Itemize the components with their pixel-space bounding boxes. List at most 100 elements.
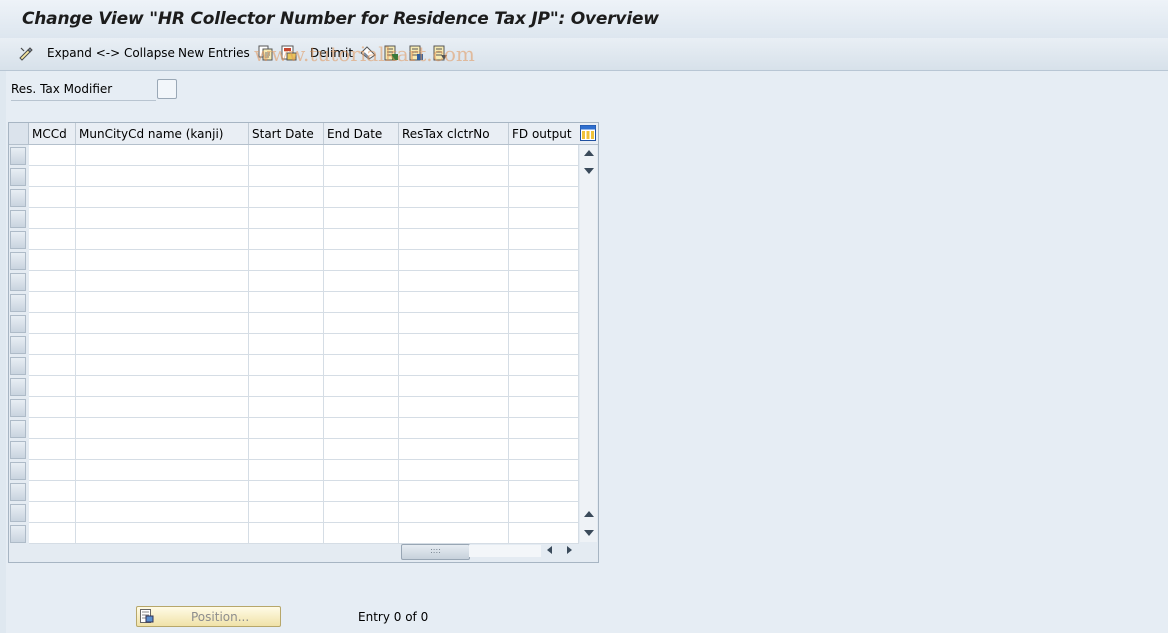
cell-fd-output[interactable] [509,523,579,544]
cell-restax-clctrno[interactable] [399,418,509,439]
cell-start-date[interactable] [249,376,324,397]
cell-end-date[interactable] [324,502,399,523]
row-selector-button[interactable] [10,189,26,207]
cell-end-date[interactable] [324,145,399,166]
undo-icon[interactable] [360,45,376,61]
column-header-fd-output[interactable]: FD output [509,123,579,144]
new-entries-button[interactable]: New Entries [178,46,250,60]
cell-fd-output[interactable] [509,355,579,376]
cell-restax-clctrno[interactable] [399,313,509,334]
column-header-start-date[interactable]: Start Date [249,123,324,144]
cell-fd-output[interactable] [509,334,579,355]
cell-mccd[interactable] [29,145,76,166]
column-header-mccd[interactable]: MCCd [29,123,76,144]
row-selector-button[interactable] [10,315,26,333]
row-selector-button[interactable] [10,378,26,396]
horizontal-scrollbar[interactable]: :::: [401,544,586,560]
cell-muncity-name[interactable] [76,166,249,187]
display-change-icon[interactable] [18,45,34,61]
cell-end-date[interactable] [324,334,399,355]
cell-end-date[interactable] [324,166,399,187]
cell-restax-clctrno[interactable] [399,439,509,460]
copy-icon[interactable] [258,45,274,61]
cell-start-date[interactable] [249,481,324,502]
cell-end-date[interactable] [324,397,399,418]
res-tax-modifier-checkbox[interactable] [157,79,177,99]
cell-restax-clctrno[interactable] [399,187,509,208]
cell-muncity-name[interactable] [76,460,249,481]
cell-mccd[interactable] [29,523,76,544]
cell-mccd[interactable] [29,418,76,439]
cell-start-date[interactable] [249,145,324,166]
cell-fd-output[interactable] [509,418,579,439]
select-all-rows-button[interactable] [9,123,29,144]
cell-mccd[interactable] [29,502,76,523]
cell-restax-clctrno[interactable] [399,355,509,376]
cell-end-date[interactable] [324,208,399,229]
cell-end-date[interactable] [324,376,399,397]
cell-muncity-name[interactable] [76,334,249,355]
cell-fd-output[interactable] [509,397,579,418]
cell-start-date[interactable] [249,187,324,208]
save-as-icon[interactable] [281,45,297,61]
cell-restax-clctrno[interactable] [399,208,509,229]
cell-restax-clctrno[interactable] [399,523,509,544]
row-selector-button[interactable] [10,294,26,312]
expand-collapse-button[interactable]: Expand <-> Collapse [47,46,175,60]
cell-fd-output[interactable] [509,271,579,292]
cell-start-date[interactable] [249,313,324,334]
cell-fd-output[interactable] [509,250,579,271]
column-header-end-date[interactable]: End Date [324,123,399,144]
cell-start-date[interactable] [249,523,324,544]
table-settings-icon[interactable] [580,125,596,141]
scroll-left-icon[interactable] [547,546,552,554]
cell-fd-output[interactable] [509,208,579,229]
cell-muncity-name[interactable] [76,397,249,418]
row-selector-button[interactable] [10,504,26,522]
cell-mccd[interactable] [29,397,76,418]
cell-muncity-name[interactable] [76,187,249,208]
cell-mccd[interactable] [29,292,76,313]
row-selector-button[interactable] [10,210,26,228]
scroll-up-icon[interactable] [584,150,594,156]
cell-restax-clctrno[interactable] [399,376,509,397]
cell-muncity-name[interactable] [76,439,249,460]
cell-end-date[interactable] [324,355,399,376]
cell-mccd[interactable] [29,376,76,397]
cell-restax-clctrno[interactable] [399,502,509,523]
cell-muncity-name[interactable] [76,292,249,313]
horizontal-scroll-track[interactable] [469,545,541,557]
cell-restax-clctrno[interactable] [399,250,509,271]
cell-end-date[interactable] [324,523,399,544]
row-selector-button[interactable] [10,483,26,501]
cell-end-date[interactable] [324,250,399,271]
cell-restax-clctrno[interactable] [399,292,509,313]
cell-end-date[interactable] [324,229,399,250]
cell-mccd[interactable] [29,460,76,481]
select-block-icon[interactable] [408,45,424,61]
row-selector-button[interactable] [10,357,26,375]
vertical-scrollbar[interactable] [580,145,597,542]
cell-muncity-name[interactable] [76,502,249,523]
cell-mccd[interactable] [29,187,76,208]
cell-muncity-name[interactable] [76,523,249,544]
cell-start-date[interactable] [249,460,324,481]
scroll-page-up-icon[interactable] [584,511,594,517]
cell-start-date[interactable] [249,208,324,229]
cell-fd-output[interactable] [509,145,579,166]
scroll-right-icon[interactable] [567,546,572,554]
cell-mccd[interactable] [29,208,76,229]
cell-restax-clctrno[interactable] [399,334,509,355]
cell-muncity-name[interactable] [76,250,249,271]
cell-start-date[interactable] [249,397,324,418]
cell-fd-output[interactable] [509,376,579,397]
cell-start-date[interactable] [249,502,324,523]
cell-start-date[interactable] [249,418,324,439]
deselect-all-icon[interactable] [432,45,448,61]
cell-end-date[interactable] [324,292,399,313]
position-button[interactable]: Position... [136,606,281,627]
cell-mccd[interactable] [29,355,76,376]
cell-fd-output[interactable] [509,166,579,187]
cell-start-date[interactable] [249,271,324,292]
cell-muncity-name[interactable] [76,229,249,250]
